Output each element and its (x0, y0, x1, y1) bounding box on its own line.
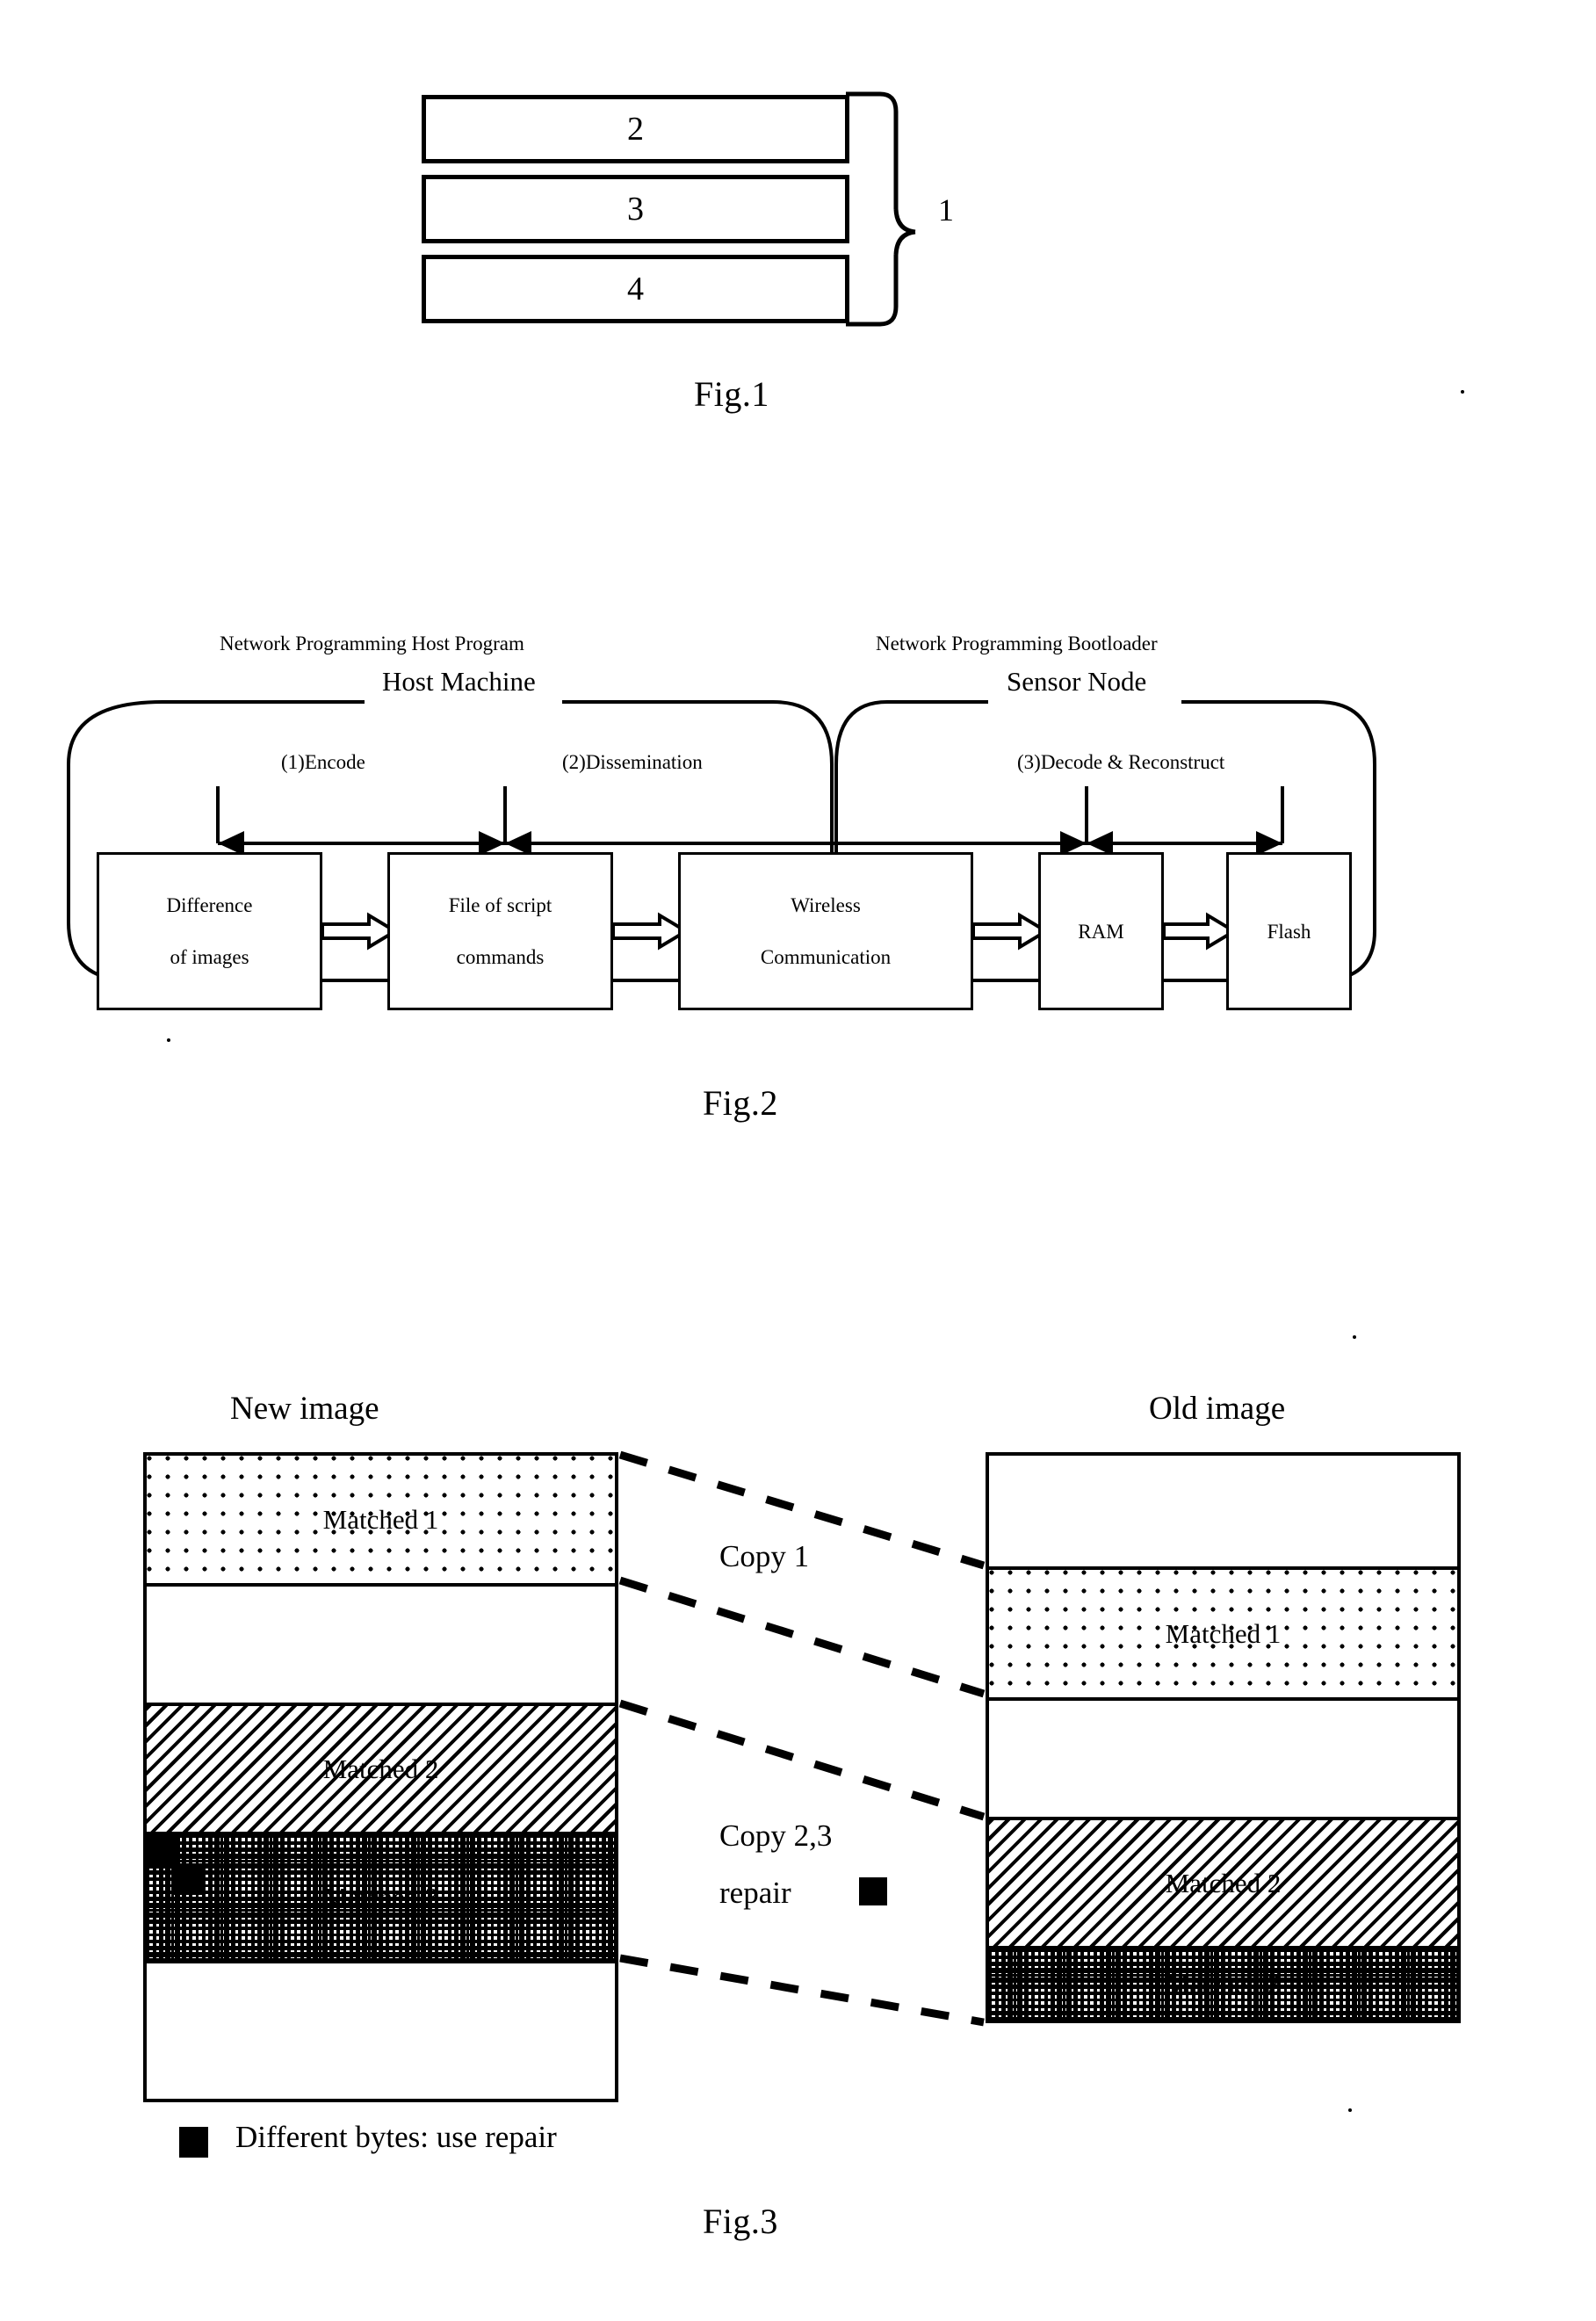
fig2-block-difference-of-images: Difference of images (97, 852, 322, 1010)
fig2-block-wireless-communication: Wireless Communication (678, 852, 973, 1010)
fig2-block-file-of-script-commands: File of script commands (387, 852, 613, 1010)
fig2-block-flash: Flash (1226, 852, 1352, 1010)
fig3-band-new-matched-3: Matched 3 (147, 1835, 615, 1960)
fig3-speck-right (1348, 2108, 1352, 2112)
fig3-band-old-matched-1-label: Matched 1 (1165, 1617, 1282, 1649)
fig3-annotation-copy-23-line2: repair (719, 1876, 791, 1910)
fig3-band-old-matched-2-label: Matched 2 (1165, 1867, 1282, 1898)
fig3-different-byte-square-2 (172, 1863, 202, 1895)
fig3-band-old-matched-3: Matched 3 (989, 1949, 1457, 2020)
fig3-speck-top-right (1353, 1335, 1356, 1339)
fig1-caption: Fig.1 (694, 374, 769, 414)
fig3-legend-swatch (179, 2127, 208, 2158)
fig3-annotation-repair-swatch (859, 1877, 887, 1905)
fig3-different-byte-square-1 (147, 1835, 175, 1865)
fig2-block-file-line1: File of script (448, 894, 552, 916)
fig2-block-file-line2: commands (456, 946, 545, 968)
fig2-block-wireless-line2: Communication (760, 946, 892, 968)
fig3-annotation-copy-23-line1: Copy 2,3 (719, 1818, 833, 1853)
fig2-block-difference-line2: of images (170, 946, 249, 968)
fig2-block-ram-label: RAM (1078, 920, 1124, 943)
fig3-legend-label: Different bytes: use repair (235, 2120, 557, 2154)
fig2-block-difference-line1: Difference (166, 894, 253, 916)
fig3-band-new-matched-1-label: Matched 1 (322, 1503, 439, 1535)
fig3-band-new-matched-2-label: Matched 2 (322, 1753, 439, 1784)
fig2-phase-dissemination: (2)Dissemination (562, 751, 703, 773)
fig3-band-new-matched-3-label: Matched 3 (322, 1882, 439, 1912)
fig1-brace-icon (846, 91, 916, 327)
fig2-phase-encode: (1)Encode (281, 751, 365, 773)
fig3-annotation-copy-1: Copy 1 (719, 1539, 810, 1573)
fig2-block-flash-label: Flash (1267, 920, 1311, 943)
fig2-phase-decode-reconstruct: (3)Decode & Reconstruct (1017, 751, 1225, 774)
fig2-block-ram: RAM (1038, 852, 1164, 1010)
figure-3: New image Old image Matched 1 Matched 2 … (0, 1335, 1596, 2321)
fig3-band-old-matched-3-label: Matched 3 (1165, 1969, 1282, 1999)
fig3-caption: Fig.3 (703, 2202, 778, 2241)
fig2-speck-left (167, 1038, 170, 1042)
fig1-speck (1461, 390, 1464, 394)
fig2-block-wireless-line1: Wireless (791, 894, 861, 916)
figure-1: 2 3 4 1 Fig.1 (0, 0, 1596, 439)
fig1-brace-label: 1 (938, 192, 955, 228)
fig2-caption: Fig.2 (703, 1083, 778, 1123)
figure-2: Network Programming Host Program Network… (0, 633, 1596, 1177)
